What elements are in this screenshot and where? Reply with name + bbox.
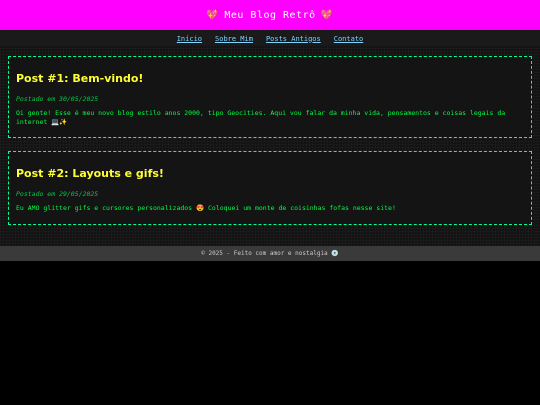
post-date: Postado em 30/05/2025 (16, 95, 99, 103)
nav-link-posts-antigos[interactable]: Posts Antigos (266, 35, 321, 43)
post-title: Post #2: Layouts e gifs! (16, 167, 164, 180)
main-content: Post #1: Bem-vindo! Postado em 30/05/202… (0, 46, 540, 247)
heart-icon-right: 💖 (320, 9, 334, 21)
site-header: 💖 Meu Blog Retrô 💖 (0, 0, 540, 30)
nav-link-contato[interactable]: Contato (334, 35, 364, 43)
footer-text: © 2025 - Feito com amor e nostalgia 💿 (201, 250, 339, 257)
site-title: Meu Blog Retrô (224, 9, 316, 21)
nav-link-inicio[interactable]: Início (177, 35, 202, 43)
nav-link-sobre-mim[interactable]: Sobre Mim (215, 35, 253, 43)
post-body: Oi gente! Esse é meu novo blog estilo an… (16, 109, 506, 126)
post-body: Eu AMO glitter gifs e cursores personali… (16, 204, 396, 212)
site-footer: © 2025 - Feito com amor e nostalgia 💿 (0, 246, 540, 261)
blog-post: Post #2: Layouts e gifs! Postado em 29/0… (8, 151, 532, 225)
main-nav: Início Sobre Mim Posts Antigos Contato (0, 30, 540, 46)
post-title: Post #1: Bem-vindo! (16, 72, 144, 85)
post-date: Postado em 29/05/2025 (16, 190, 99, 198)
heart-icon-left: 💖 (206, 9, 220, 21)
page: 💖 Meu Blog Retrô 💖 Início Sobre Mim Post… (0, 0, 540, 405)
blog-post: Post #1: Bem-vindo! Postado em 30/05/202… (8, 56, 532, 138)
